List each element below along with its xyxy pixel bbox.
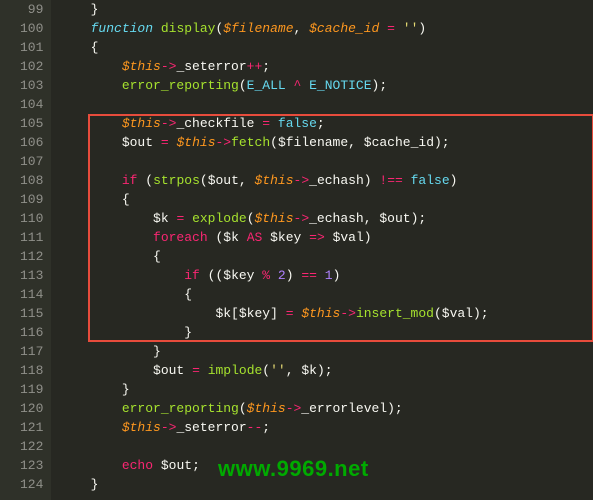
code-line[interactable]: { xyxy=(59,190,593,209)
line-number: 111 xyxy=(20,228,43,247)
line-number: 118 xyxy=(20,361,43,380)
line-gutter: 99 100 101 102 103 104 105 106 107 108 1… xyxy=(0,0,51,500)
code-line[interactable]: if (($key % 2) == 1) xyxy=(59,266,593,285)
code-line[interactable]: { xyxy=(59,247,593,266)
code-line[interactable] xyxy=(59,152,593,171)
code-line[interactable]: { xyxy=(59,38,593,57)
line-number: 109 xyxy=(20,190,43,209)
code-editor[interactable]: 99 100 101 102 103 104 105 106 107 108 1… xyxy=(0,0,593,500)
line-number: 124 xyxy=(20,475,43,494)
code-line[interactable]: $k[$key] = $this->insert_mod($val); xyxy=(59,304,593,323)
code-line[interactable]: echo $out; xyxy=(59,456,593,475)
code-line[interactable]: } xyxy=(59,342,593,361)
line-number: 112 xyxy=(20,247,43,266)
line-number: 107 xyxy=(20,152,43,171)
line-number: 108 xyxy=(20,171,43,190)
line-number: 115 xyxy=(20,304,43,323)
code-line[interactable]: $this->_seterror++; xyxy=(59,57,593,76)
code-line[interactable]: $this->_checkfile = false; xyxy=(59,114,593,133)
line-number: 121 xyxy=(20,418,43,437)
code-line[interactable]: { xyxy=(59,285,593,304)
line-number: 104 xyxy=(20,95,43,114)
line-number: 120 xyxy=(20,399,43,418)
line-number: 101 xyxy=(20,38,43,57)
line-number: 99 xyxy=(20,0,43,19)
line-number: 117 xyxy=(20,342,43,361)
code-line[interactable]: } xyxy=(59,475,593,494)
code-line[interactable]: $k = explode($this->_echash, $out); xyxy=(59,209,593,228)
line-number: 122 xyxy=(20,437,43,456)
code-line[interactable]: $out = implode('', $k); xyxy=(59,361,593,380)
line-number: 105 xyxy=(20,114,43,133)
line-number: 123 xyxy=(20,456,43,475)
code-line[interactable]: if (strpos($out, $this->_echash) !== fal… xyxy=(59,171,593,190)
code-line[interactable]: } xyxy=(59,380,593,399)
code-line[interactable]: $this->_seterror--; xyxy=(59,418,593,437)
code-line[interactable]: } xyxy=(59,323,593,342)
line-number: 103 xyxy=(20,76,43,95)
line-number: 110 xyxy=(20,209,43,228)
code-line[interactable] xyxy=(59,437,593,456)
line-number: 116 xyxy=(20,323,43,342)
code-line[interactable]: } xyxy=(59,0,593,19)
line-number: 113 xyxy=(20,266,43,285)
code-line[interactable]: error_reporting(E_ALL ^ E_NOTICE); xyxy=(59,76,593,95)
code-area[interactable]: } function display($filename, $cache_id … xyxy=(51,0,593,500)
line-number: 119 xyxy=(20,380,43,399)
code-line[interactable]: error_reporting($this->_errorlevel); xyxy=(59,399,593,418)
line-number: 102 xyxy=(20,57,43,76)
code-line[interactable] xyxy=(59,95,593,114)
code-line[interactable]: function display($filename, $cache_id = … xyxy=(59,19,593,38)
line-number: 106 xyxy=(20,133,43,152)
code-line[interactable]: foreach ($k AS $key => $val) xyxy=(59,228,593,247)
line-number: 100 xyxy=(20,19,43,38)
line-number: 114 xyxy=(20,285,43,304)
code-line[interactable]: $out = $this->fetch($filename, $cache_id… xyxy=(59,133,593,152)
